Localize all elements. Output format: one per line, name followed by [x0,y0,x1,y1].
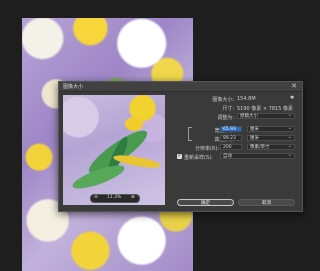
preview-image [63,95,165,205]
width-input[interactable]: 65.93 [220,126,242,132]
zoom-in-icon[interactable]: ⊕ [131,195,135,200]
close-icon[interactable]: ✕ [291,82,297,90]
image-size-dialog: 图像大小 ✕ ⊖ 11.3% ⊕ 图像大小: 154.8M ✱ 尺寸: 5190… [58,81,303,212]
resample-dropdown[interactable]: 自动 [220,152,295,159]
zoom-percent: 11.3% [107,195,122,200]
height-input[interactable]: 99.23 [220,135,242,141]
preview-pane[interactable]: ⊖ 11.3% ⊕ [63,95,165,205]
fit-to-dropdown[interactable]: 原稿大小 [237,112,295,119]
ok-button[interactable]: 确定 [177,199,234,206]
height-unit-dropdown[interactable]: 厘米 [247,134,295,141]
zoom-out-icon[interactable]: ⊖ [94,195,98,200]
width-unit-dropdown[interactable]: 厘米 [247,125,295,132]
gear-icon[interactable]: ✱ [290,95,294,101]
dimensions-value: 5190 像素 × 7815 像素 [237,106,293,112]
dimensions-label: 尺寸: [222,106,234,112]
dialog-titlebar: 图像大小 ✕ [59,82,302,92]
image-size-label: 图像大小: [212,97,234,103]
cancel-button[interactable]: 取消 [238,199,295,206]
image-size-value: 154.8M [237,96,256,102]
resample-checkbox[interactable]: ✓ [177,154,182,159]
fit-to-label: 调整为: [217,115,234,121]
resolution-input[interactable]: 200 [220,144,242,150]
resolution-unit-dropdown[interactable]: 像素/英寸 [247,143,295,150]
resample-label: 重新采样(S): [184,155,213,161]
dialog-title: 图像大小 [63,84,84,90]
zoom-control[interactable]: ⊖ 11.3% ⊕ [90,194,140,203]
resolution-label: 分辨率(R): [194,146,219,152]
